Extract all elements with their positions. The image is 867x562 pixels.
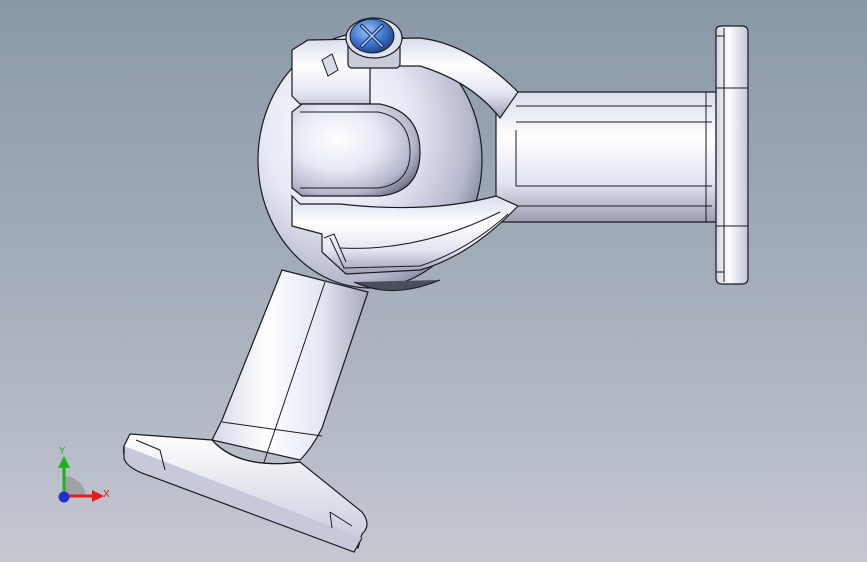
cad-model[interactable] (0, 0, 867, 562)
right-flange[interactable] (715, 25, 749, 285)
lower-leg[interactable] (211, 269, 369, 481)
screw[interactable] (345, 17, 403, 69)
bottom-flange[interactable] (122, 433, 368, 553)
right-arm[interactable] (495, 91, 717, 223)
clamp-upper-jaw[interactable] (291, 37, 519, 197)
graphics-viewport[interactable]: Y X (0, 0, 867, 562)
